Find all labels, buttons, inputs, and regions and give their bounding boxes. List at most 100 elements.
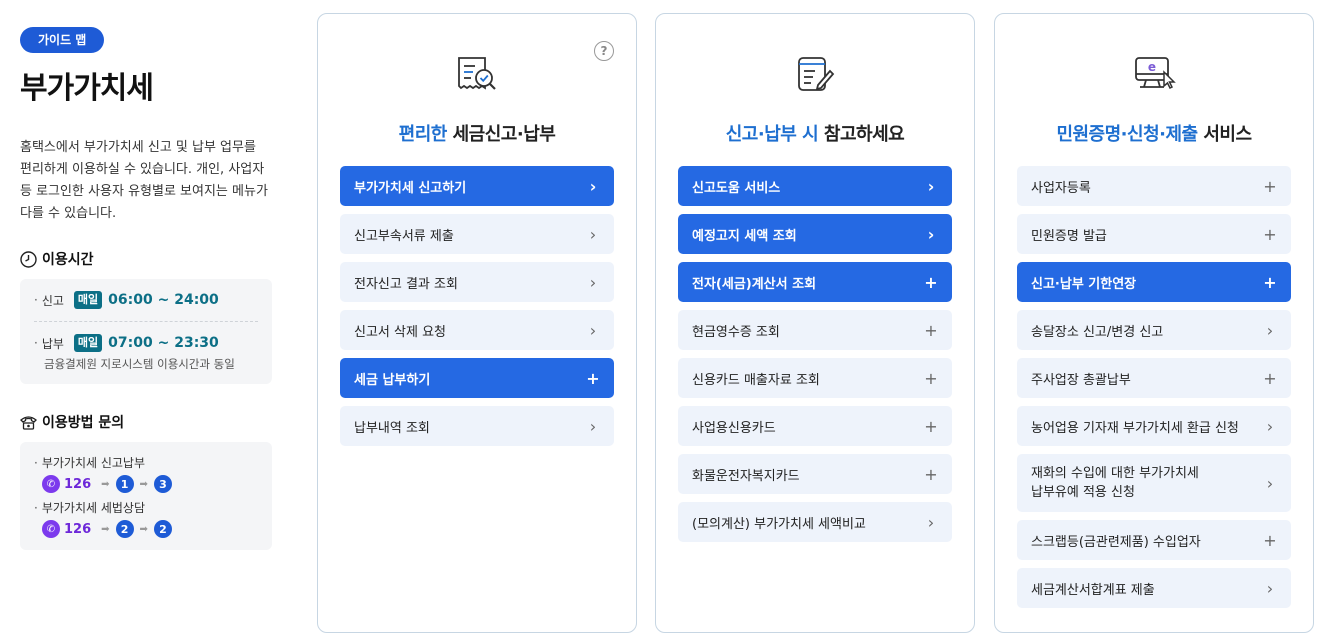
clock-icon [20,250,37,268]
menu-item-payment-history[interactable]: 납부내역 조회 › [340,406,614,446]
phone-number[interactable]: 126 [64,522,91,537]
chevron-right-icon: › [927,176,935,196]
phone-icon: ✆ [42,475,60,493]
menu-item-import-deferral[interactable]: 재화의 수입에 대한 부가가치세 납부유예 적용 신청 › [1017,454,1291,512]
card-title: 민원증명·신청·제출 서비스 [1056,124,1252,145]
chevron-right-icon: › [1266,473,1274,493]
card-title: 편리한 세금신고·납부 [398,124,556,145]
menu-item-vat-filing[interactable]: 부가가치세 신고하기 › [340,166,614,206]
step-number: 1 [115,475,134,493]
menu-item-filing-help[interactable]: 신고도움 서비스 › [678,166,952,206]
pay-note: 금융결제원 지로시스템 이용시간과 동일 [44,357,235,371]
chevron-right-icon: › [927,224,935,244]
arrow-right-icon: ➡ [101,478,110,490]
chevron-right-icon: › [927,512,935,532]
guide-panel: 가이드 맵 부가가치세 홈택스에서 부가가치세 신고 및 납부 업무를 편리하게… [20,27,272,550]
plus-icon: + [1263,176,1277,196]
inquiry-title: 이용방법 문의 [42,415,125,431]
hours-box: · 신고 매일 06:00 ~ 24:00 · 납부 매일 07:00 ~ 23… [20,279,272,384]
menu-item-certificate-issue[interactable]: 민원증명 발급 + [1017,214,1291,254]
menu-item-deadline-extension[interactable]: 신고·납부 기한연장 + [1017,262,1291,302]
svg-text:e: e [1148,60,1156,74]
arrow-right-icon: ➡ [139,523,148,535]
hours-title: 이용시간 [42,252,94,268]
chevron-right-icon: › [1266,578,1274,598]
chevron-right-icon: › [589,272,597,292]
divider [34,321,258,322]
menu-list: 사업자등록 + 민원증명 발급 + 신고·납부 기한연장 + 송달장소 신고/변경 신… [1017,166,1291,616]
chevron-right-icon: › [589,176,597,196]
phone-icon: ✆ [42,520,60,538]
step-number: 2 [153,520,172,538]
plus-icon: + [586,368,600,388]
menu-item-tax-payment[interactable]: 세금 납부하기 + [340,358,614,398]
card-civil-services: e 민원증명·신청·제출 서비스 사업자등록 + 민원증명 발급 + 신고·납부 기… [994,13,1314,633]
receipt-check-icon [458,57,496,90]
pay-label: 납부 [41,336,64,351]
inquiry-section-title: 이용방법 문의 [20,412,272,432]
card-tax-filing: ? 편리한 세금신고·납부 부가가치세 신고하기 › 신고부속서류 제출 › 전자신… [317,13,637,633]
report-hours: · 신고 매일 06:00 ~ 24:00 [34,291,219,309]
daily-badge: 매일 [73,334,103,352]
chevron-right-icon: › [589,416,597,436]
report-time: 06:00 ~ 24:00 [108,292,219,308]
plus-icon: + [924,464,938,484]
e-service-monitor-icon: e [1135,57,1176,90]
plus-icon: + [924,272,938,292]
plus-icon: + [924,416,938,436]
arrow-right-icon: ➡ [139,478,148,490]
menu-item-attachment-submit[interactable]: 신고부속서류 제출 › [340,214,614,254]
menu-item-freight-card[interactable]: 화물운전자복지카드 + [678,454,952,494]
menu-item-delivery-address[interactable]: 송달장소 신고/변경 신고 › [1017,310,1291,350]
daily-badge: 매일 [73,291,103,309]
plus-icon: + [1263,224,1277,244]
menu-item-scrap-importer[interactable]: 스크랩등(금관련제품) 수입업자 + [1017,520,1291,560]
inquiry-item: · 부가가치세 세법상담 ✆ 126 ➡ 2 ➡ 2 [34,499,258,538]
inquiry-item: · 부가가치세 신고납부 ✆ 126 ➡ 1 ➡ 3 [34,454,258,493]
menu-item-invoice-summary[interactable]: 세금계산서합계표 제출 › [1017,568,1291,608]
menu-item-business-card[interactable]: 사업용신용카드 + [678,406,952,446]
menu-item-agri-refund[interactable]: 농어업용 기자재 부가가치세 환급 신청 › [1017,406,1291,446]
card-title: 신고·납부 시 참고하세요 [725,124,905,145]
phone-number[interactable]: 126 [64,477,91,492]
chevron-right-icon: › [1266,416,1274,436]
menu-item-delete-request[interactable]: 신고서 삭제 요청 › [340,310,614,350]
guide-map-badge: 가이드 맵 [20,27,105,53]
menu-item-efiling-result[interactable]: 전자신고 결과 조회 › [340,262,614,302]
menu-item-consolidated-payment[interactable]: 주사업장 총괄납부 + [1017,358,1291,398]
menu-item-preliminary-notice[interactable]: 예정고지 세액 조회 › [678,214,952,254]
menu-item-card-sales[interactable]: 신용카드 매출자료 조회 + [678,358,952,398]
chevron-right-icon: › [1266,320,1274,340]
plus-icon: + [1263,368,1277,388]
chevron-right-icon: › [589,224,597,244]
document-edit-icon [798,57,835,91]
plus-icon: + [1263,530,1277,550]
step-number: 2 [115,520,134,538]
hours-section-title: 이용시간 [20,249,272,269]
phone-steps: ✆ 126 ➡ 1 ➡ 3 [42,475,258,493]
telephone-icon [20,415,37,430]
step-number: 3 [153,475,172,493]
inquiry-box: · 부가가치세 신고납부 ✆ 126 ➡ 1 ➡ 3 · 부가가치세 세법상담 ✆ … [20,442,272,550]
menu-item-e-invoice[interactable]: 전자(세금)계산서 조회 + [678,262,952,302]
menu-list: 부가가치세 신고하기 › 신고부속서류 제출 › 전자신고 결과 조회 › 신고서 삭… [340,166,614,454]
card-reference: 신고·납부 시 참고하세요 신고도움 서비스 › 예정고지 세액 조회 › 전자(세… [655,13,975,633]
menu-list: 신고도움 서비스 › 예정고지 세액 조회 › 전자(세금)계산서 조회 + 현금영수… [678,166,952,550]
inquiry-label: 부가가치세 세법상담 [41,501,146,515]
plus-icon: + [924,368,938,388]
report-label: 신고 [41,293,64,308]
inquiry-label: 부가가치세 신고납부 [41,456,146,470]
menu-item-cash-receipt[interactable]: 현금영수증 조회 + [678,310,952,350]
pay-time: 07:00 ~ 23:30 [108,335,219,351]
page-description: 홈택스에서 부가가치세 신고 및 납부 업무를 편리하게 이용하실 수 있습니다… [20,140,268,221]
plus-icon: + [924,320,938,340]
plus-icon: + [1263,272,1277,292]
pay-hours: · 납부 매일 07:00 ~ 23:30 [34,334,219,352]
chevron-right-icon: › [589,320,597,340]
menu-item-simulation[interactable]: (모의계산) 부가가치세 세액비교 › [678,502,952,542]
menu-item-business-registration[interactable]: 사업자등록 + [1017,166,1291,206]
phone-steps: ✆ 126 ➡ 2 ➡ 2 [42,520,258,538]
page-title: 부가가치세 [20,71,154,106]
arrow-right-icon: ➡ [101,523,110,535]
help-icon[interactable]: ? [594,41,614,61]
